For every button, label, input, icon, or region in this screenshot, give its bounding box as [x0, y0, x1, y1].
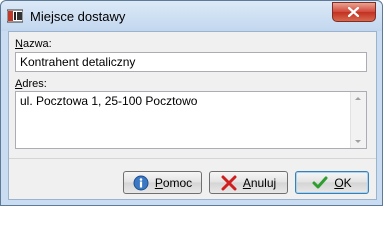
help-label: Pomoc — [154, 175, 193, 190]
dialog-content: Nazwa: Kontrahent detaliczny Adres: ul. … — [8, 31, 377, 200]
name-label: Nazwa: — [15, 38, 52, 50]
ok-button[interactable]: OK — [295, 171, 369, 194]
dialog-window: Miejsce dostawy Nazwa: Kontrahent detali… — [0, 0, 383, 206]
address-textarea[interactable]: ul. Pocztowa 1, 25-100 Pocztowo — [15, 91, 367, 149]
button-divider — [9, 158, 376, 159]
help-button[interactable]: Pomoc — [123, 171, 202, 194]
title-bar[interactable]: Miejsce dostawy — [1, 1, 382, 31]
address-value: ul. Pocztowa 1, 25-100 Pocztowo — [20, 94, 198, 108]
cross-icon — [221, 175, 237, 191]
close-button[interactable] — [332, 2, 376, 22]
close-icon — [348, 7, 359, 17]
name-field[interactable]: Kontrahent detaliczny — [15, 52, 367, 72]
info-icon — [133, 175, 149, 191]
app-icon — [6, 8, 24, 24]
scroll-up-arrow-icon[interactable] — [355, 97, 361, 100]
address-label: Adres: — [15, 78, 47, 90]
cancel-button[interactable]: Anuluj — [209, 171, 288, 194]
cancel-label: Anuluj — [242, 175, 277, 190]
window-title: Miejsce dostawy — [30, 9, 126, 24]
address-scrollbar[interactable] — [350, 92, 366, 148]
scroll-down-arrow-icon[interactable] — [355, 140, 361, 143]
checkmark-icon — [312, 175, 328, 191]
ok-label: OK — [334, 175, 352, 190]
